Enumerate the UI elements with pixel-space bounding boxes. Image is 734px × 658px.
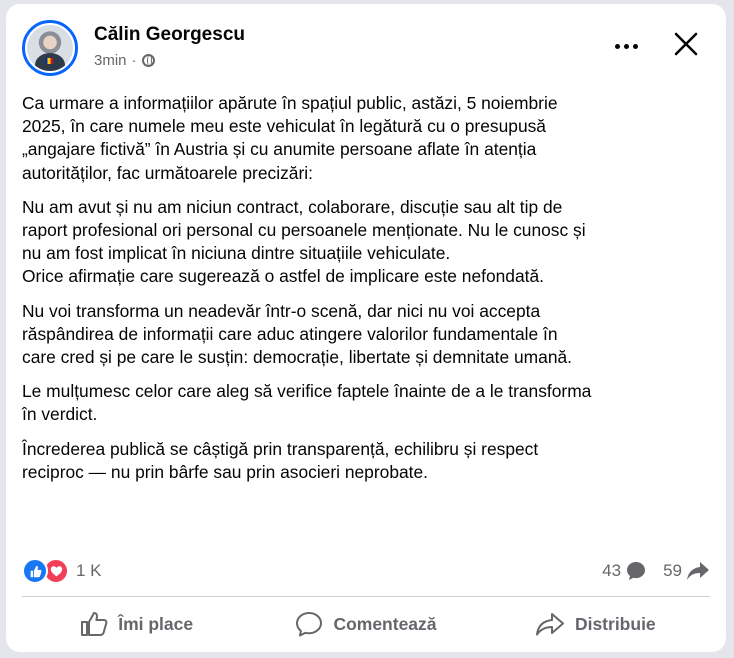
more-icon xyxy=(614,43,620,49)
comment-button[interactable]: Comentează xyxy=(251,604,480,644)
share-arrow-icon xyxy=(535,613,564,636)
reactions-bar: 1 K 43 59 xyxy=(22,556,710,586)
reaction-count[interactable]: 1 K xyxy=(76,561,102,581)
post-paragraph: Le mulțumesc celor care aleg să verifice… xyxy=(22,381,592,425)
comment-count[interactable]: 43 xyxy=(602,560,647,582)
divider xyxy=(22,596,710,597)
engagement-stats: 43 59 xyxy=(602,560,710,582)
share-button[interactable]: Distribuie xyxy=(481,604,710,644)
post-paragraph: Nu am avut și nu am niciun contract, col… xyxy=(22,196,586,287)
like-button[interactable]: Îmi place xyxy=(22,604,251,644)
author-name[interactable]: Călin Georgescu xyxy=(94,24,245,46)
post-meta: 3min · xyxy=(94,52,155,69)
reaction-summary[interactable]: 1 K xyxy=(22,558,102,584)
thumbs-up-icon xyxy=(81,612,108,636)
speech-bubble-icon xyxy=(296,612,323,637)
post-paragraph: Nu voi transforma un neadevăr într-o sce… xyxy=(22,300,573,368)
post-time[interactable]: 3min xyxy=(94,52,127,69)
more-options-button[interactable] xyxy=(608,34,644,58)
avatar-image xyxy=(27,25,73,71)
post-header: Călin Georgescu 3min · xyxy=(22,20,710,80)
post-paragraph: Încrederea publică se câștigă prin trans… xyxy=(22,438,539,482)
post-paragraph: Ca urmare a informațiilor apărute în spa… xyxy=(22,93,558,183)
share-arrow-icon xyxy=(687,562,709,580)
speech-bubble-icon xyxy=(627,562,646,580)
thumbs-up-icon xyxy=(22,558,48,584)
avatar[interactable] xyxy=(22,20,78,76)
globe-icon[interactable] xyxy=(141,54,155,67)
share-count[interactable]: 59 xyxy=(663,560,710,582)
post-card: Călin Georgescu 3min · Ca urmare a infor… xyxy=(6,4,726,652)
post-actions: Îmi place Comentează Distribuie xyxy=(22,604,710,644)
post-text: Ca urmare a informațiilor apărute în spa… xyxy=(22,92,712,495)
close-icon xyxy=(674,32,698,56)
close-button[interactable] xyxy=(668,26,704,62)
